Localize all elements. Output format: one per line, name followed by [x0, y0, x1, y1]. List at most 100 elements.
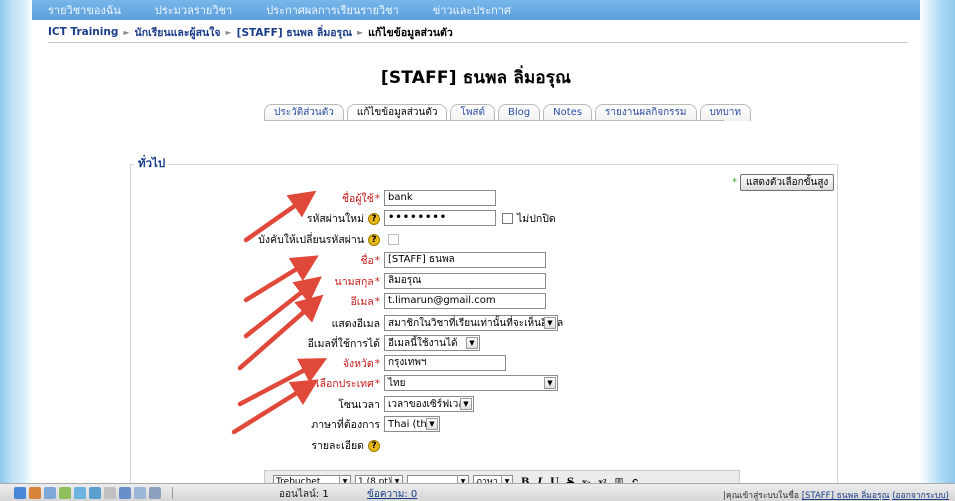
lastname-field[interactable]: ลิ่มอรุณ: [384, 273, 546, 289]
city-field[interactable]: กรุงเทพฯ: [384, 355, 506, 371]
nav-grade-announcements[interactable]: ประกาศผลการเรียนรายวิชา: [266, 1, 399, 19]
required-star-icon: *: [374, 192, 380, 205]
force-change-label: บังคับให้เปลี่ยนรหัสผ่าน: [258, 233, 364, 246]
page-title: [STAFF] ธนพล ลิ่มอรุณ: [380, 68, 572, 88]
username-label: ชื่อผู้ใช้: [341, 192, 374, 205]
new-password-label: รหัสผ่านใหม่: [306, 212, 364, 225]
language-value: Thai (th): [388, 418, 431, 430]
profile-tabs: ประวัติส่วนตัว แก้ไขข้อมูลส่วนตัว โพสต์ …: [264, 103, 754, 121]
country-select[interactable]: ไทย ▼: [384, 375, 558, 391]
mail-icon[interactable]: [44, 486, 56, 499]
login-prefix: คุณเข้าสู่ระบบในชื่อ: [726, 491, 800, 501]
calendar-icon[interactable]: [59, 486, 71, 499]
status-bar: ออนไลน์: 1 ข้อความ: 0 |คุณเข้าสู่ระบบในช…: [0, 483, 955, 501]
email-display-select[interactable]: สมาชิกในวิชาที่เรียนเท่านั้นที่จะเห็นอีเ…: [384, 315, 563, 331]
email-field[interactable]: t.limarun@gmail.com: [384, 293, 546, 309]
country-label: เลือกประเทศ: [315, 377, 374, 390]
firstname-label: ชื่อ: [360, 254, 374, 267]
email-enabled-select[interactable]: อีเมลนี้ใช้งานได้ ▼: [384, 335, 480, 351]
email-enabled-value: อีเมลนี้ใช้งานได้: [388, 337, 458, 349]
tab-activity-reports[interactable]: รายงานผลกิจกรรม: [595, 104, 697, 121]
required-star-icon: *: [374, 357, 380, 370]
lastname-label: นามสกุล: [334, 275, 374, 288]
username-field[interactable]: bank: [384, 190, 496, 206]
email-label: อีเมล: [350, 295, 374, 308]
breadcrumb-separator-icon: ►: [356, 27, 364, 37]
row-description: รายละเอียด?: [182, 436, 742, 454]
email-display-label: แสดงอีเมล: [331, 317, 380, 330]
email-display-value: สมาชิกในวิชาที่เรียนเท่านั้นที่จะเห็นอีเ…: [388, 317, 564, 329]
nav-news[interactable]: ข่าวและประกาศ: [433, 1, 511, 19]
row-country: เลือกประเทศ* ไทย ▼: [182, 374, 742, 392]
row-force-password-change: บังคับให้เปลี่ยนรหัสผ่าน?: [182, 230, 742, 248]
online-label: ออนไลน์:: [279, 489, 320, 500]
breadcrumb-category[interactable]: นักเรียนและผู้สนใจ: [135, 24, 221, 41]
city-label: จังหวัด: [342, 357, 374, 370]
row-username: ชื่อผู้ใช้* bank: [182, 189, 742, 207]
chevron-down-icon: ▼: [544, 317, 556, 329]
login-info: |คุณเข้าสู่ระบบในชื่อ [STAFF] ธนพล ลิ่มอ…: [723, 491, 949, 501]
breadcrumb: ICT Training ► นักเรียนและผู้สนใจ ► [STA…: [48, 24, 453, 40]
tab-roles[interactable]: บทบาท: [699, 104, 752, 121]
help-icon[interactable]: ?: [368, 212, 380, 225]
search-icon[interactable]: [149, 486, 161, 499]
timezone-select[interactable]: เวลาของเซิร์ฟเวอร์ ▼: [384, 396, 474, 412]
breadcrumb-home[interactable]: ICT Training: [48, 26, 118, 38]
block-icon[interactable]: [104, 486, 116, 499]
status-divider: [172, 486, 173, 499]
top-navigation: รายวิชาของฉัน ประมวลรายวิชา ประกาศผลการเ…: [32, 0, 920, 20]
logout-link[interactable]: (ออกจากระบบ): [892, 491, 949, 501]
tab-blog[interactable]: Blog: [498, 104, 541, 121]
email-enabled-label: อีเมลที่ใช้การได้: [307, 337, 380, 350]
country-value: ไทย: [388, 377, 406, 389]
language-select[interactable]: Thai (th) ▼: [384, 416, 440, 432]
user-icon[interactable]: [14, 486, 26, 499]
row-timezone: โซนเวลา เวลาของเซิร์ฟเวอร์ ▼: [182, 395, 742, 413]
status-bar-icons: [0, 486, 200, 499]
advanced-options-wrapper: * แสดงตัวเลือกขั้นสูง: [732, 174, 835, 191]
chevron-down-icon: ▼: [544, 377, 556, 389]
message-icon[interactable]: [89, 486, 101, 499]
help-icon[interactable]: ?: [368, 233, 380, 246]
breadcrumb-separator-icon: ►: [123, 27, 130, 37]
nav-my-courses[interactable]: รายวิชาของฉัน: [48, 1, 121, 19]
tab-profile[interactable]: ประวัติส่วนตัว: [264, 104, 344, 121]
divider: [48, 42, 908, 43]
timezone-value: เวลาของเซิร์ฟเวอร์: [388, 398, 470, 410]
row-language: ภาษาที่ต้องการ Thai (th) ▼: [182, 415, 742, 433]
help-icon[interactable]: ?: [368, 439, 380, 452]
new-password-field[interactable]: ••••••••: [384, 210, 496, 226]
breadcrumb-separator-icon: ►: [225, 27, 232, 37]
chevron-down-icon: ▼: [460, 398, 472, 410]
row-email-display: แสดงอีเมล สมาชิกในวิชาที่เรียนเท่านั้นที…: [182, 314, 742, 332]
required-star-icon: *: [374, 377, 380, 390]
tab-notes[interactable]: Notes: [543, 104, 593, 121]
firstname-field[interactable]: [STAFF] ธนพล: [384, 252, 546, 268]
row-new-password: รหัสผ่านใหม่? •••••••• ไม่ปกปิด: [182, 209, 742, 227]
tab-posts[interactable]: โพสต์: [450, 104, 496, 121]
nav-course-syllabus[interactable]: ประมวลรายวิชา: [155, 1, 232, 19]
required-star-icon: *: [374, 254, 380, 267]
row-email: อีเมล* t.limarun@gmail.com: [182, 292, 742, 310]
tab-edit-profile[interactable]: แก้ไขข้อมูลส่วนตัว: [346, 104, 448, 121]
force-change-checkbox[interactable]: [388, 233, 399, 245]
tabs-baseline: [264, 120, 724, 121]
messages-link[interactable]: ข้อความ: 0: [367, 487, 417, 501]
required-star-icon: *: [374, 295, 380, 308]
timezone-label: โซนเวลา: [338, 398, 380, 411]
login-user-link[interactable]: [STAFF] ธนพล ลิ่มอรุณ: [802, 491, 890, 501]
document-icon[interactable]: [134, 486, 146, 499]
advanced-star-icon: *: [732, 177, 737, 188]
group-icon[interactable]: [119, 486, 131, 499]
chevron-down-icon: ▼: [426, 418, 438, 430]
people-icon[interactable]: [29, 486, 41, 499]
chat-icon[interactable]: [74, 486, 86, 499]
fieldset-legend[interactable]: ทั่วไป: [134, 155, 170, 173]
row-lastname: นามสกุล* ลิ่มอรุณ: [182, 272, 742, 290]
unmask-checkbox[interactable]: [502, 212, 513, 224]
language-label: ภาษาที่ต้องการ: [311, 418, 380, 431]
breadcrumb-user[interactable]: [STAFF] ธนพล ลิ่มอรุณ: [237, 24, 352, 41]
show-advanced-button[interactable]: แสดงตัวเลือกขั้นสูง: [740, 174, 835, 191]
row-firstname: ชื่อ* [STAFF] ธนพล: [182, 251, 742, 269]
required-star-icon: *: [374, 275, 380, 288]
